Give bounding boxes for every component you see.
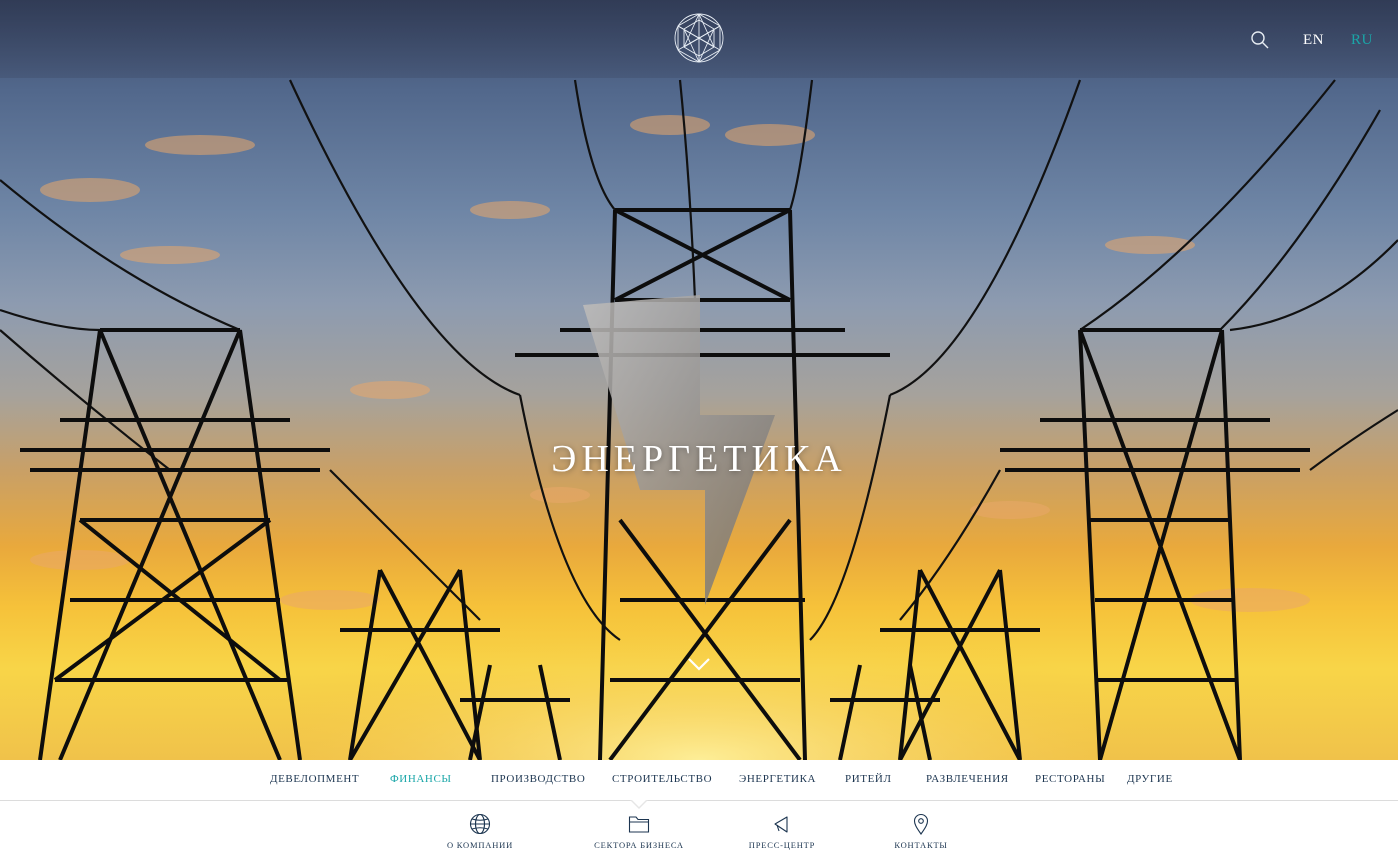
sector-item-retail[interactable]: РИТЕЙЛ (845, 773, 892, 785)
logo-icon[interactable] (673, 12, 725, 64)
page-title: ЭНЕРГЕТИКА (551, 438, 847, 480)
nav-press-label: ПРЕСС-ЦЕНТР (748, 840, 816, 850)
sector-item-production[interactable]: ПРОИЗВОДСТВО (491, 773, 585, 785)
nav-sectors-label: СЕКТОРА БИЗНЕСА (594, 840, 684, 850)
lang-ru-button[interactable]: RU (1351, 32, 1373, 49)
globe-icon (469, 813, 491, 835)
bottom-nav: О КОМПАНИИ СЕКТОРА БИЗНЕСА ПРЕСС-ЦЕНТР К… (0, 801, 1398, 859)
sector-item-energy[interactable]: ЭНЕРГЕТИКА (739, 773, 816, 785)
sector-item-finance[interactable]: ФИНАНСЫ (390, 773, 452, 785)
folder-icon (628, 816, 650, 833)
sector-item-development[interactable]: ДЕВЕЛОПМЕНТ (270, 773, 359, 785)
lang-en-button[interactable]: EN (1303, 32, 1324, 49)
nav-contacts-label: КОНТАКТЫ (894, 840, 948, 850)
sector-item-other[interactable]: ДРУГИЕ (1127, 773, 1173, 785)
power-lines-image (0, 79, 1398, 760)
search-icon[interactable] (1250, 30, 1270, 50)
sector-item-entertainment[interactable]: РАЗВЛЕЧЕНИЯ (926, 773, 1009, 785)
megaphone-icon (774, 816, 788, 833)
chevron-down-icon[interactable] (686, 654, 712, 674)
nav-about-label: О КОМПАНИИ (446, 840, 514, 850)
nav-press[interactable]: ПРЕСС-ЦЕНТР (742, 801, 822, 850)
sector-item-restaurants[interactable]: РЕСТОРАНЫ (1035, 773, 1105, 785)
sector-nav: ДЕВЕЛОПМЕНТ ФИНАНСЫ ПРОИЗВОДСТВО СТРОИТЕ… (0, 760, 1398, 801)
active-indicator-inner (631, 799, 647, 807)
nav-about[interactable]: О КОМПАНИИ (440, 801, 520, 850)
hero-banner (0, 0, 1398, 760)
nav-contacts[interactable]: КОНТАКТЫ (886, 801, 956, 850)
sector-item-construction[interactable]: СТРОИТЕЛЬСТВО (612, 773, 712, 785)
map-pin-icon (913, 813, 929, 835)
